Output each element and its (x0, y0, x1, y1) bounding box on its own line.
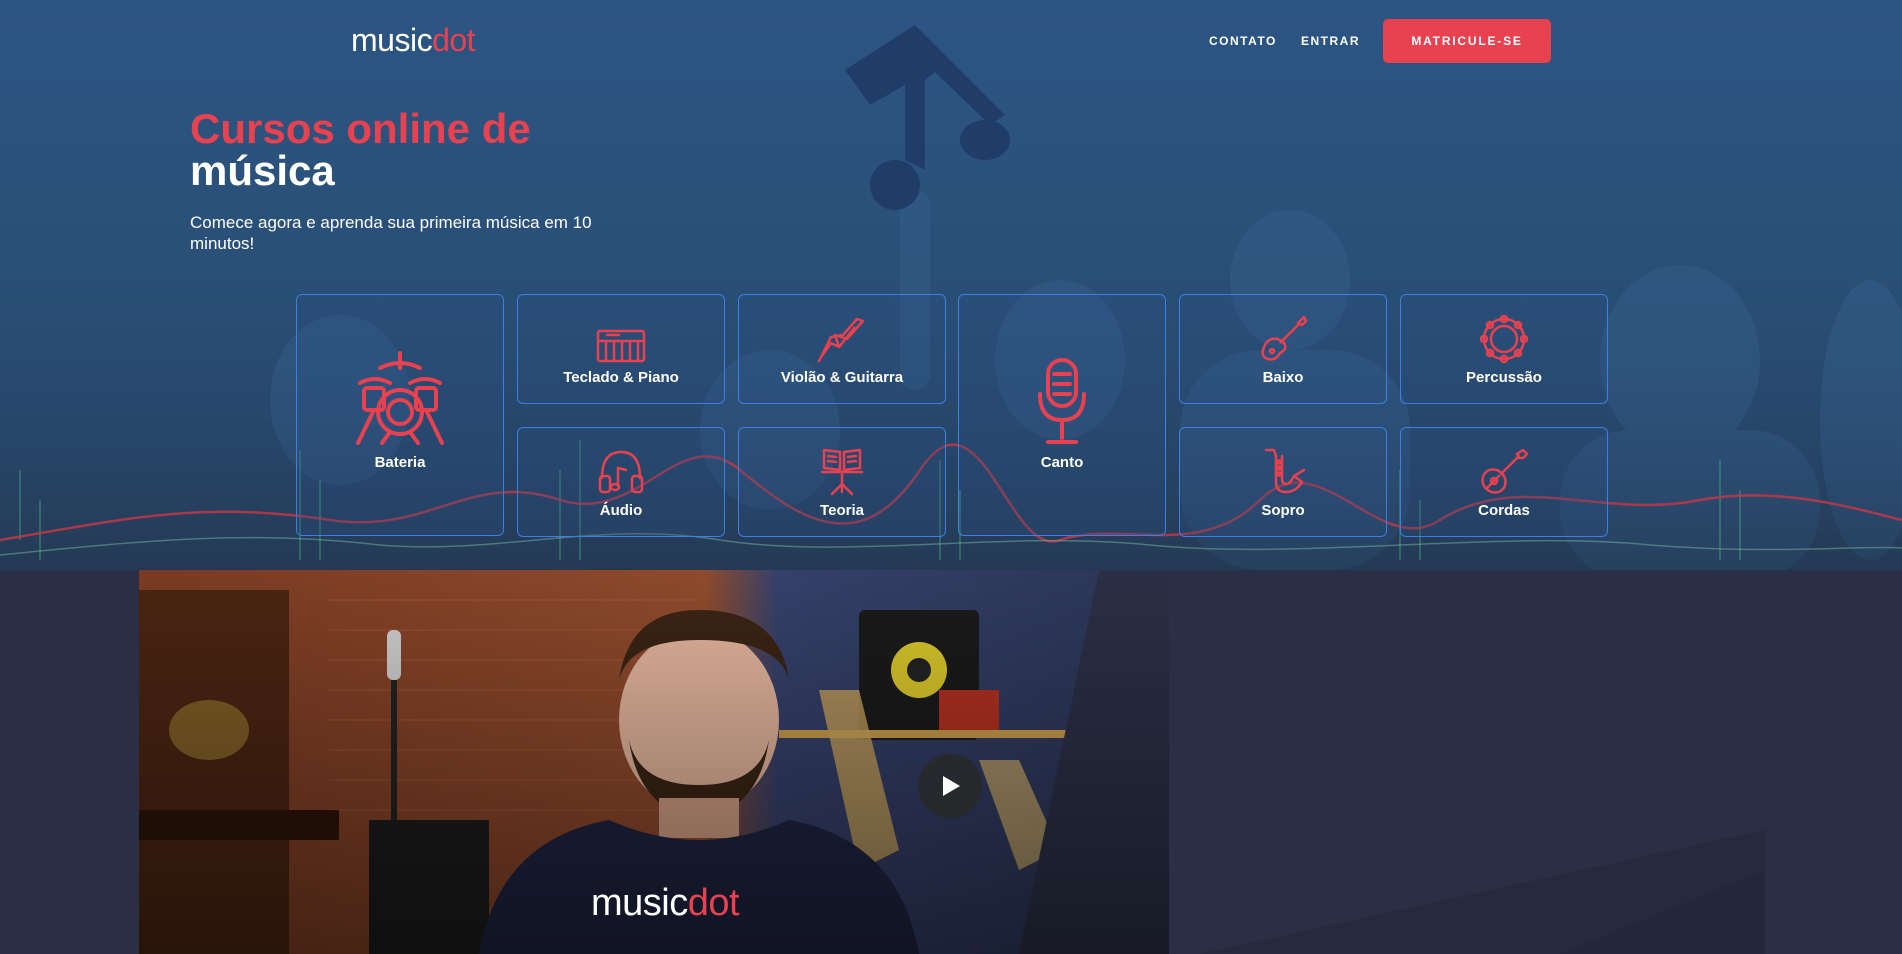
tambourine-icon (1480, 315, 1528, 363)
category-label: Áudio (599, 502, 643, 519)
category-card-percussao[interactable]: Percussão (1400, 294, 1608, 404)
category-card-violao[interactable]: Violão & Guitarra (738, 294, 946, 404)
page-title: Cursos online de música (190, 108, 531, 192)
category-label: Bateria (374, 454, 426, 471)
keyboard-icon (596, 329, 646, 363)
play-icon (943, 776, 960, 796)
enroll-button[interactable]: MATRICULE-SE (1383, 19, 1551, 63)
category-card-teclado[interactable]: Teclado & Piano (517, 294, 725, 404)
music-stand-icon (820, 448, 864, 496)
electric-guitar-icon (817, 317, 865, 363)
logo[interactable]: musicdot (351, 22, 476, 62)
category-label: Sopro (1261, 502, 1305, 519)
saxophone-icon (1264, 448, 1306, 494)
video-player[interactable]: musicdot (139, 570, 1169, 954)
category-label: Canto (1040, 454, 1084, 471)
hero-section: musicdot CONTATO ENTRAR MATRICULE-SE Cur… (0, 0, 1902, 570)
category-label: Teclado & Piano (563, 369, 679, 386)
logo-text: music (351, 22, 433, 58)
title-line-1: Cursos online de (190, 105, 531, 152)
category-card-audio[interactable]: Áudio (517, 427, 725, 537)
category-label: Teoria (820, 502, 864, 519)
hero-background (0, 25, 1902, 570)
drum-kit-icon (356, 351, 444, 445)
category-label: Violão & Guitarra (780, 369, 904, 386)
bass-guitar-icon (1261, 315, 1308, 361)
headphones-icon (598, 450, 644, 494)
music-note-decoration (845, 25, 1010, 210)
hero-subtitle: Comece agora e aprenda sua primeira músi… (190, 213, 592, 253)
category-label: Cordas (1478, 502, 1530, 519)
category-card-canto[interactable]: Canto (958, 294, 1166, 536)
category-card-cordas[interactable]: Cordas (1400, 427, 1608, 537)
shirt-logo: musicdot (591, 882, 740, 925)
nav-link-contato[interactable]: CONTATO (1209, 34, 1277, 48)
category-label: Percussão (1466, 369, 1542, 386)
microphone-icon (1038, 358, 1086, 444)
logo-text-accent: dot (432, 22, 476, 58)
category-card-bateria[interactable]: Bateria (296, 294, 504, 536)
category-card-baixo[interactable]: Baixo (1179, 294, 1387, 404)
title-line-2: música (190, 147, 335, 194)
play-button[interactable] (918, 754, 982, 818)
shirt-logo-text: music (591, 882, 688, 924)
shirt-logo-accent: dot (687, 882, 740, 924)
nav-link-entrar[interactable]: ENTRAR (1301, 34, 1360, 48)
mandolin-icon (1481, 448, 1529, 494)
category-card-teoria[interactable]: Teoria (738, 427, 946, 537)
category-label: Baixo (1262, 369, 1304, 386)
category-card-sopro[interactable]: Sopro (1179, 427, 1387, 537)
